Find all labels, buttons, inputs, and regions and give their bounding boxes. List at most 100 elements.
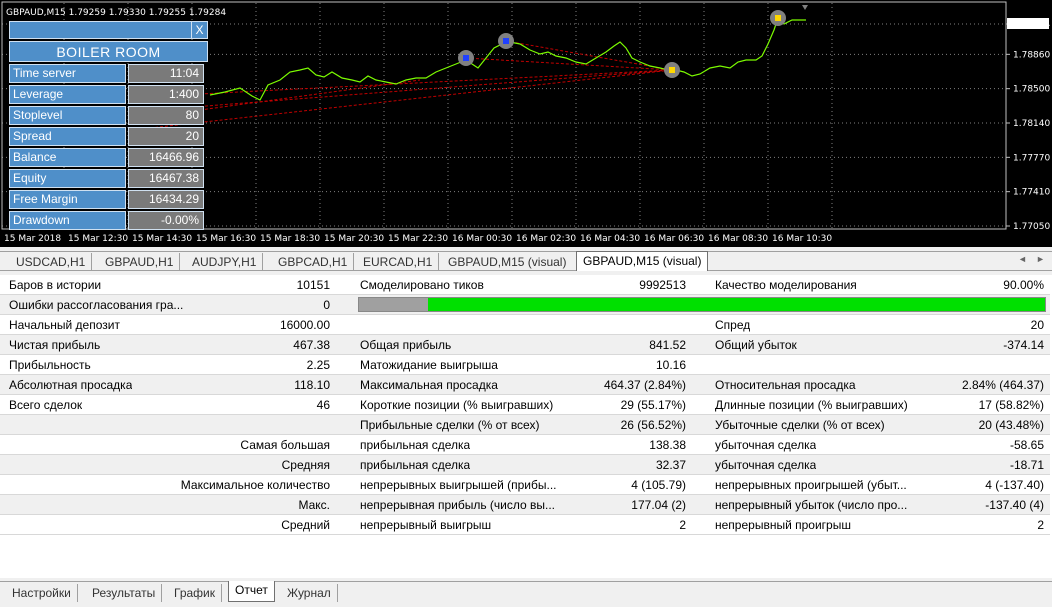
time-tick-label: 16 Mar 02:30 xyxy=(516,234,576,244)
time-tick-label: 16 Mar 04:30 xyxy=(580,234,640,244)
time-tick-label: 16 Mar 00:30 xyxy=(452,234,512,244)
bars-value: 10151 xyxy=(296,278,330,292)
tab-scroll-left-icon[interactable]: ◄ xyxy=(1018,254,1027,264)
tab-results[interactable]: Результаты xyxy=(86,584,163,602)
time-tick-label: 16 Mar 10:30 xyxy=(772,234,832,244)
gross-profit-label: Общая прибыль xyxy=(360,338,452,352)
price-tick-label: 1.77410 xyxy=(1013,188,1050,198)
average-profit-value: 32.37 xyxy=(655,458,686,472)
panel-row-value: 80 xyxy=(128,106,204,125)
tab-audjpy-h1[interactable]: AUDJPY,H1 xyxy=(186,253,264,271)
quality-label: Качество моделирования xyxy=(715,278,857,292)
time-tick-label: 15 Mar 16:30 xyxy=(196,234,256,244)
time-tick-label: 15 Mar 22:30 xyxy=(388,234,448,244)
tab-scroll-right-icon[interactable]: ► xyxy=(1036,254,1045,264)
avg-consecutive-losses-value: 2 xyxy=(1037,518,1044,532)
panel-row-label: Leverage xyxy=(9,85,126,104)
panel-row-value: 16467.38 xyxy=(128,169,204,188)
table-row: Баров в истории 10151 Смоделировано тико… xyxy=(0,275,1050,295)
absolute-drawdown-value: 118.10 xyxy=(294,378,330,392)
consecutive-wins-value: 4 (105.79) xyxy=(631,478,686,492)
table-row: Всего сделок 46 Короткие позиции (% выиг… xyxy=(0,395,1050,415)
time-tick-label: 16 Mar 06:30 xyxy=(644,234,704,244)
trade-marker-icon xyxy=(669,67,675,73)
tab-settings[interactable]: Настройки xyxy=(6,584,78,602)
table-row: Прибыльные сделки (% от всех) 26 (56.52%… xyxy=(0,415,1050,435)
maximal-drawdown-label: Максимальная просадка xyxy=(360,378,498,392)
panel-row-time-server: Time server 11:04 xyxy=(9,64,208,83)
time-tick-label: 15 Mar 18:30 xyxy=(260,234,320,244)
table-row: Ошибки рассогласования гра... 0 xyxy=(0,295,1050,315)
panel-row-value: 16434.29 xyxy=(128,190,204,209)
avg-consecutive-wins-value: 2 xyxy=(679,518,686,532)
mismatch-errors-value: 0 xyxy=(323,298,330,312)
spread-value: 20 xyxy=(1030,318,1044,332)
panel-title: BOILER ROOM xyxy=(9,41,208,62)
panel-close-button[interactable]: X xyxy=(191,22,207,38)
tab-report[interactable]: Отчет xyxy=(228,581,275,602)
panel-row-drawdown: Drawdown -0.00% xyxy=(9,211,208,230)
net-profit-value: 467.38 xyxy=(293,338,330,352)
tab-graph[interactable]: График xyxy=(168,584,222,602)
panel-row-value: -0.00% xyxy=(128,211,204,230)
panel-row-spread: Spread 20 xyxy=(9,127,208,146)
table-row: Макс. непрерывная прибыль (число вы... 1… xyxy=(0,495,1050,515)
tab-gbpaud-h1[interactable]: GBPAUD,H1 xyxy=(99,253,181,271)
tab-gbpaud-m15-visual[interactable]: GBPAUD,M15 (visual) xyxy=(442,253,572,271)
panel-row-label: Spread xyxy=(9,127,126,146)
panel-row-label: Stoplevel xyxy=(9,106,126,125)
avg-consecutive-losses-label: непрерывный проигрыш xyxy=(715,518,851,532)
absolute-drawdown-label: Абсолютная просадка xyxy=(9,378,133,392)
table-row: Максимальное количество непрерывных выиг… xyxy=(0,475,1050,495)
average-label: Средняя xyxy=(281,458,330,472)
time-tick-label: 15 Mar 14:30 xyxy=(132,234,192,244)
price-tick-label: 1.77770 xyxy=(1013,153,1050,163)
tab-gbpaud-m15-visual-active[interactable]: GBPAUD,M15 (visual) xyxy=(576,251,709,271)
consecutive-loss-value: -137.40 (4) xyxy=(985,498,1044,512)
largest-profit-value: 138.38 xyxy=(649,438,686,452)
average-profit-label: прибыльная сделка xyxy=(360,458,471,472)
time-tick-label: 15 Mar 12:30 xyxy=(68,234,128,244)
tab-eurcad-h1[interactable]: EURCAD,H1 xyxy=(357,253,440,271)
gross-profit-value: 841.52 xyxy=(649,338,686,352)
mismatch-errors-label: Ошибки рассогласования гра... xyxy=(9,298,184,312)
panel-row-value: 11:04 xyxy=(128,64,204,83)
price-tick-label: 1.77050 xyxy=(1013,222,1050,232)
panel-row-stoplevel: Stoplevel 80 xyxy=(9,106,208,125)
profit-trades-label: Прибыльные сделки (% от всех) xyxy=(360,418,540,432)
consecutive-profit-value: 177.04 (2) xyxy=(631,498,686,512)
panel-row-label: Time server xyxy=(9,64,126,83)
long-positions-value: 17 (58.82%) xyxy=(978,398,1044,412)
price-tick-label: 1.79284 xyxy=(1013,20,1050,30)
panel-row-balance: Balance 16466.96 xyxy=(9,148,208,167)
time-tick-label: 16 Mar 08:30 xyxy=(708,234,768,244)
tab-journal[interactable]: Журнал xyxy=(281,584,338,602)
trade-marker-icon xyxy=(503,38,509,44)
table-row: Самая большая прибыльная сделка 138.38 у… xyxy=(0,435,1050,455)
panel-row-value: 16466.96 xyxy=(128,148,204,167)
largest-label: Самая большая xyxy=(240,438,330,452)
panel-header: X xyxy=(9,21,208,39)
maximum-count-label: Максимальное количество xyxy=(180,478,330,492)
long-positions-label: Длинные позиции (% выигравших) xyxy=(715,398,908,412)
panel-rows: Time server 11:04 Leverage 1:400 Stoplevel 80… xyxy=(9,64,208,230)
profit-factor-label: Прибыльность xyxy=(9,358,91,372)
average-loss-value: -18.71 xyxy=(1009,458,1044,472)
table-row: Абсолютная просадка 118.10 Максимальная … xyxy=(0,375,1050,395)
price-tick-label: 1.78860 xyxy=(1013,50,1050,60)
panel-row-label: Free Margin xyxy=(9,190,126,209)
consecutive-wins-label: непрерывных выигрышей (прибы... xyxy=(360,478,557,492)
total-trades-label: Всего сделок xyxy=(9,398,83,412)
tab-gbpcad-h1[interactable]: GBPCAD,H1 xyxy=(272,253,355,271)
initial-deposit-label: Начальный депозит xyxy=(9,318,120,332)
panel-row-value: 20 xyxy=(128,127,204,146)
price-tick-label: 1.78500 xyxy=(1013,85,1050,95)
net-profit-label: Чистая прибыль xyxy=(9,338,101,352)
panel-row-value: 1:400 xyxy=(128,85,204,104)
ticks-label: Смоделировано тиков xyxy=(360,278,484,292)
tab-usdcad-h1[interactable]: USDCAD,H1 xyxy=(10,253,93,271)
loss-trades-value: 20 (43.48%) xyxy=(978,418,1044,432)
spread-label: Спред xyxy=(715,318,751,332)
loss-trades-label: Убыточные сделки (% от всех) xyxy=(715,418,885,432)
symbol-tab-bar: USDCAD,H1 GBPAUD,H1 AUDJPY,H1 GBPCAD,H1 … xyxy=(0,251,1052,271)
